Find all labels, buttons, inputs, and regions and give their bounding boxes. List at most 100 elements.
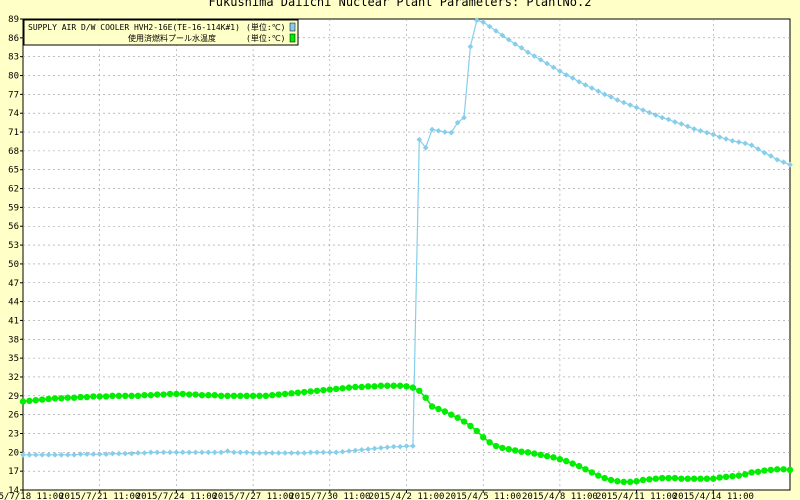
series-2-point	[575, 462, 583, 470]
series-2-point	[767, 466, 775, 474]
series-2-point	[70, 394, 78, 401]
series-2-point	[352, 383, 359, 391]
series-2-point	[422, 394, 429, 401]
series-2-point	[64, 394, 71, 401]
series-2-point	[262, 392, 270, 399]
series-2-point	[448, 411, 455, 418]
series-2-point	[614, 478, 621, 485]
series-2-point	[332, 385, 340, 393]
x-tick-label: 2015/7/18 11:00	[0, 492, 64, 500]
series-2-point	[32, 396, 39, 404]
chart: Fukushima Daiichi Nuclear Plant Paramete…	[0, 0, 800, 500]
y-tick-label: 50	[8, 260, 19, 270]
series-2-point	[256, 392, 263, 399]
y-tick-label: 71	[8, 128, 19, 138]
y-tick-label: 59	[8, 203, 19, 213]
series-2-point	[563, 457, 570, 465]
y-tick-label: 56	[8, 222, 19, 232]
series-2-point	[345, 384, 353, 391]
series-2-point	[409, 384, 417, 391]
series-2-point	[122, 392, 129, 399]
y-tick-label: 17	[8, 467, 19, 477]
series-2-point	[154, 391, 161, 398]
series-2-point	[499, 444, 506, 452]
series-2-point	[390, 382, 397, 389]
y-tick-label: 29	[8, 392, 19, 402]
series-2-point	[531, 450, 538, 457]
series-2-point	[428, 403, 436, 410]
series-2-point	[665, 474, 672, 482]
series-2-point	[198, 391, 206, 399]
series-2-point	[307, 388, 314, 395]
y-tick-label: 53	[8, 241, 19, 251]
series-2-point	[742, 471, 749, 478]
x-tick-label: 2015/4/8 11:00	[522, 492, 598, 500]
series-2-point	[569, 460, 576, 467]
x-tick-label: 2015/7/27 11:00	[212, 492, 293, 500]
series-2-point	[211, 391, 218, 399]
series-2-point	[160, 391, 167, 398]
series-2-point	[288, 390, 295, 397]
series-2-point	[134, 392, 142, 399]
series-2-point	[128, 392, 135, 399]
x-tick-label: 2015/4/11 11:00	[596, 492, 677, 500]
series-2-point	[173, 390, 180, 398]
series-2-point	[77, 393, 84, 401]
series-2-point	[384, 382, 391, 389]
series-2-point	[511, 447, 519, 454]
series-2-point	[205, 391, 212, 399]
series-2-point	[26, 397, 33, 405]
legend-series-1-name: SUPPLY AIR D/W COOLER HVH2-16E(TE-16-114…	[28, 23, 240, 32]
series-2-point	[550, 454, 557, 461]
series-2-point	[396, 382, 404, 389]
series-2-point	[678, 475, 685, 482]
series-2-point	[716, 474, 723, 481]
series-2-point	[217, 392, 225, 399]
series-2-point	[633, 478, 640, 485]
series-2-point	[339, 385, 346, 392]
series-2-point	[224, 392, 231, 399]
x-tick-label: 2015/7/24 11:00	[136, 492, 217, 500]
series-2-point	[467, 422, 474, 430]
series-2-point	[460, 418, 468, 425]
y-tick-label: 80	[8, 72, 19, 82]
y-tick-label: 68	[8, 147, 19, 157]
series-2-point	[45, 395, 52, 403]
legend-series-2-swatch	[289, 33, 296, 43]
series-2-point	[518, 448, 525, 455]
y-tick-label: 74	[8, 109, 19, 119]
series-2-point	[109, 392, 116, 399]
legend-series-1-swatch	[289, 22, 296, 32]
series-2-point	[486, 439, 493, 446]
series-2-point	[454, 414, 461, 421]
series-2-point	[192, 391, 199, 398]
series-2-point	[646, 476, 653, 483]
series-2-point	[294, 389, 302, 396]
series-2-point	[582, 466, 589, 473]
series-2-point	[364, 383, 372, 390]
y-tick-label: 86	[8, 34, 19, 44]
series-2-point	[671, 474, 679, 482]
legend-series-1-unit: (単位:℃)	[246, 22, 285, 32]
series-2-point	[435, 405, 442, 413]
series-2-point	[115, 392, 123, 399]
series-2-point	[607, 476, 615, 484]
y-tick-label: 20	[8, 448, 19, 458]
series-2-point	[639, 476, 647, 484]
y-tick-label: 77	[8, 90, 19, 100]
y-tick-label: 26	[8, 411, 19, 421]
series-2-point	[684, 475, 691, 482]
series-2-point	[505, 445, 512, 453]
y-tick-label: 62	[8, 185, 19, 195]
legend-series-2-name: 使用済燃料プール水温度	[128, 33, 216, 43]
series-2-point	[480, 434, 487, 441]
series-2-point	[774, 466, 781, 473]
series-2-point	[473, 427, 481, 435]
x-tick-label: 2015/4/14 11:00	[673, 492, 754, 500]
series-2-point	[326, 386, 333, 393]
x-tick-label: 2015/7/21 11:00	[59, 492, 140, 500]
series-2-point	[761, 467, 768, 474]
series-2-point	[595, 472, 602, 479]
series-2-point	[269, 391, 276, 399]
series-2-point	[358, 383, 365, 391]
